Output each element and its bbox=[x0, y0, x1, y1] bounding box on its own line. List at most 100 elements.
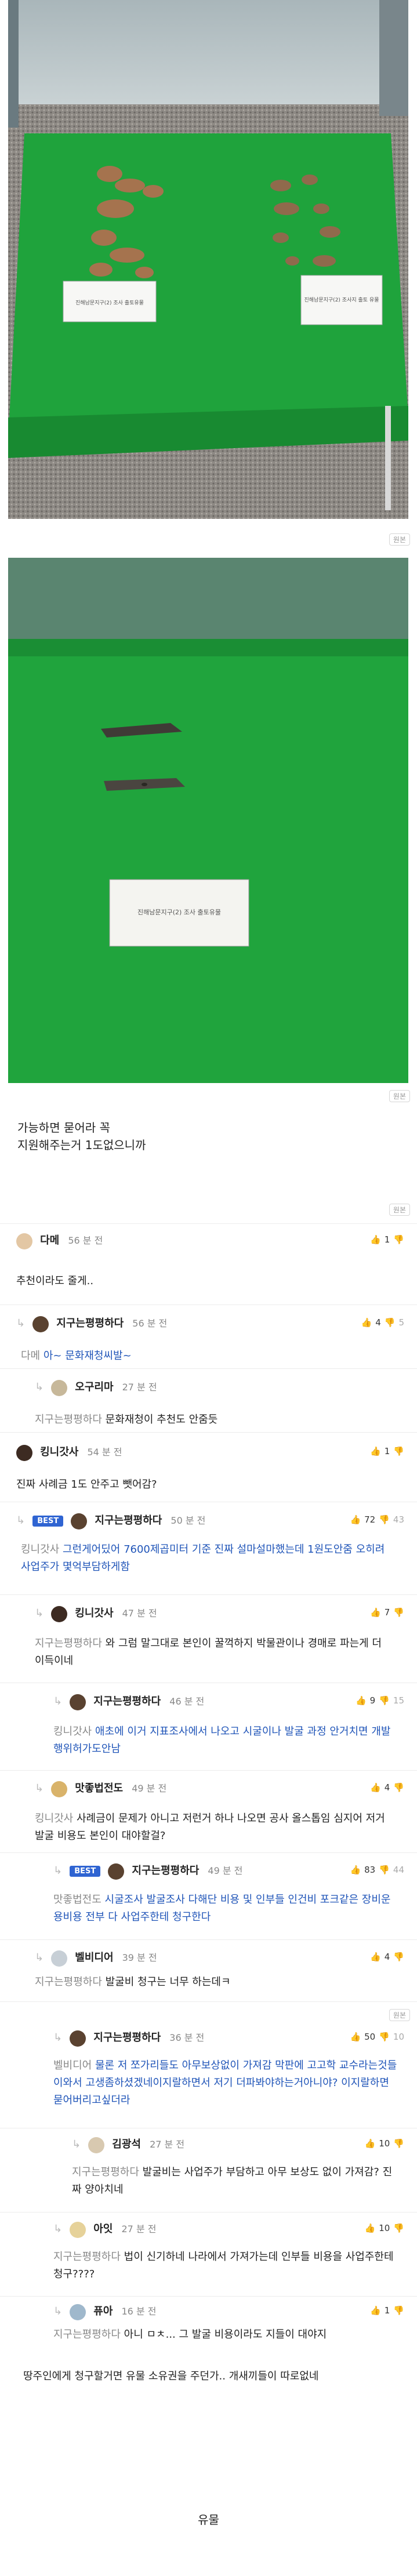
comment-text: 물론 저 쪼가리들도 아무보상없이 가져감 막판에 고고학 교수라는것들이와서 … bbox=[53, 2059, 397, 2106]
photo-2-image: 진해남문지구(2) 조사 출토유물 bbox=[8, 558, 408, 1083]
down-count: 44 bbox=[393, 1865, 404, 1875]
thumb-down-icon[interactable]: 👎 bbox=[393, 1782, 404, 1793]
comment-time: 50 분 전 bbox=[171, 1515, 206, 1526]
comment-text: 사례금이 문제가 아니고 저런거 하나 나오면 공사 올스톱임 심지어 저거 발… bbox=[35, 1812, 385, 1842]
comment-time: 47 분 전 bbox=[122, 1608, 157, 1619]
photo-sign-2: 진해남문지구(2) 조사지 출토 유물 bbox=[304, 297, 379, 303]
reply-target: 벨비디어 bbox=[53, 2059, 92, 2072]
thumb-up-icon[interactable]: 👍 bbox=[365, 2223, 376, 2233]
thumb-up-icon[interactable]: 👍 bbox=[350, 2032, 361, 2042]
footer-title: 유물 bbox=[198, 2513, 219, 2527]
divider bbox=[0, 1223, 417, 1224]
thumb-down-icon[interactable]: 👎 bbox=[385, 1317, 396, 1328]
avatar bbox=[51, 1950, 68, 1967]
reply-arrow-icon: ↳ bbox=[16, 1317, 26, 1329]
comment-time: 46 분 전 bbox=[169, 1696, 205, 1707]
divider bbox=[0, 1368, 417, 1369]
thumb-up-icon[interactable]: 👍 bbox=[370, 1782, 381, 1793]
artifact-photo-1: 진해남문지구(2) 조사 출토유물 진해남문지구(2) 조사지 출토 유물 bbox=[8, 0, 408, 519]
comment-text: 진짜 사례금 1도 안주고 뺏어감? bbox=[16, 1478, 157, 1491]
thumb-up-icon[interactable]: 👍 bbox=[356, 1695, 367, 1706]
thumb-up-icon[interactable]: 👍 bbox=[365, 2138, 376, 2149]
avatar bbox=[51, 1781, 68, 1797]
divider bbox=[0, 2296, 417, 2297]
avatar bbox=[70, 2221, 86, 2238]
avatar bbox=[32, 1316, 49, 1332]
up-count: 1 bbox=[384, 2305, 390, 2316]
comment-time: 36 분 전 bbox=[169, 2032, 205, 2043]
thumb-down-icon[interactable]: 👎 bbox=[393, 1234, 404, 1245]
reply-target: 킹니갓사 bbox=[35, 1812, 74, 1825]
thumb-down-icon[interactable]: 👎 bbox=[379, 2032, 390, 2042]
up-count: 1 bbox=[384, 1234, 390, 1245]
thumb-down-icon[interactable]: 👎 bbox=[393, 2305, 404, 2316]
thumb-up-icon[interactable]: 👍 bbox=[370, 1952, 381, 1962]
comment-nick[interactable]: 지구는평평하다 bbox=[93, 2032, 161, 2044]
comment-nick[interactable]: 벨비디어 bbox=[75, 1952, 113, 1964]
artifact-photo-2: 진해남문지구(2) 조사 출토유물 bbox=[8, 558, 408, 1083]
comment-time: 56 분 전 bbox=[68, 1235, 103, 1246]
down-count: 5 bbox=[398, 1317, 404, 1328]
comment-nick[interactable]: 맛좋법전도 bbox=[75, 1782, 123, 1794]
thumb-down-icon[interactable]: 👎 bbox=[393, 1952, 404, 1962]
thumb-up-icon[interactable]: 👍 bbox=[350, 1514, 361, 1525]
avatar bbox=[70, 1694, 86, 1710]
thumb-up-icon[interactable]: 👍 bbox=[370, 2305, 381, 2316]
reply-arrow-icon: ↳ bbox=[53, 2305, 63, 2317]
comment-nick[interactable]: 다메 bbox=[40, 1234, 59, 1247]
avatar bbox=[70, 2030, 86, 2047]
reply-target: 지구는평평하다 bbox=[72, 2166, 139, 2178]
comment-text: 애초에 이거 지표조사에서 나오고 시굴이나 발굴 과정 안거치면 개발행위허가… bbox=[53, 1725, 391, 1755]
comment-text: 추천이라도 줄게.. bbox=[16, 1275, 94, 1287]
comment-time: 39 분 전 bbox=[122, 1952, 157, 1963]
up-count: 72 bbox=[364, 1514, 376, 1525]
thumb-up-icon[interactable]: 👍 bbox=[350, 1865, 361, 1875]
thumb-down-icon[interactable]: 👎 bbox=[379, 1695, 390, 1706]
best-badge: BEST bbox=[32, 1516, 64, 1527]
reply-arrow-icon: ↳ bbox=[53, 1695, 63, 1707]
reply-arrow-icon: ↳ bbox=[72, 2138, 81, 2150]
comment-nick[interactable]: 김광석 bbox=[112, 2138, 141, 2150]
comment-nick[interactable]: 지구는평평하다 bbox=[95, 1514, 162, 1527]
thumb-down-icon[interactable]: 👎 bbox=[379, 1514, 390, 1525]
avatar bbox=[88, 2137, 105, 2153]
thumb-up-icon[interactable]: 👍 bbox=[361, 1317, 372, 1328]
thumb-up-icon[interactable]: 👍 bbox=[370, 1234, 381, 1245]
post-body: 가능하면 묻어라 꼭 지원해주는거 1도없으니까 bbox=[17, 1119, 146, 1154]
avatar bbox=[51, 1605, 68, 1622]
comment-nick[interactable]: 지구는평평하다 bbox=[56, 1317, 124, 1329]
reply-target: 지구는평평하다 bbox=[35, 1414, 102, 1426]
reply-arrow-icon: ↳ bbox=[53, 2223, 63, 2235]
thumb-down-icon[interactable]: 👎 bbox=[393, 1446, 404, 1456]
reply-arrow-icon: ↳ bbox=[53, 1865, 63, 1877]
comment-nick[interactable]: 퓨아 bbox=[93, 2305, 113, 2317]
reply-target: 다메 bbox=[21, 1350, 41, 1362]
comment-nick[interactable]: 아잇 bbox=[93, 2223, 113, 2235]
reply-arrow-icon: ↳ bbox=[35, 1607, 44, 1619]
thumb-up-icon[interactable]: 👍 bbox=[370, 1607, 381, 1618]
tail-text: 땅주인에게 청구할거면 유물 소유권을 주던가.. 개새끼들이 따로없네 bbox=[23, 2370, 319, 2382]
reply-target: 지구는평평하다 bbox=[53, 2328, 121, 2341]
divider bbox=[0, 1939, 417, 1940]
post-text-line-1: 가능하면 묻어라 꼭 bbox=[17, 1121, 110, 1135]
comment-nick[interactable]: 킹니갓사 bbox=[40, 1446, 78, 1458]
reply-target: 지구는평평하다 bbox=[35, 1976, 102, 1988]
up-count: 4 bbox=[384, 1782, 390, 1793]
down-count: 43 bbox=[393, 1514, 404, 1525]
comment-time: 27 분 전 bbox=[121, 2223, 157, 2235]
up-count: 50 bbox=[364, 2032, 376, 2042]
comment-nick[interactable]: 지구는평평하다 bbox=[132, 1865, 199, 1877]
thumb-down-icon[interactable]: 👎 bbox=[393, 2223, 404, 2233]
thumb-up-icon[interactable]: 👍 bbox=[370, 1446, 381, 1456]
comment-text: 아~ 문화재청씨발~ bbox=[43, 1350, 132, 1362]
thumb-down-icon[interactable]: 👎 bbox=[379, 1865, 390, 1875]
comment-text: 아니 ㅁㅊ... 그 발굴 비용이라도 지들이 대야지 bbox=[124, 2328, 327, 2341]
thumb-down-icon[interactable]: 👎 bbox=[393, 2138, 404, 2149]
thumb-down-icon[interactable]: 👎 bbox=[393, 1607, 404, 1618]
comment-time: 49 분 전 bbox=[132, 1783, 167, 1794]
up-count: 1 bbox=[384, 1446, 390, 1456]
comment-nick[interactable]: 오구리마 bbox=[75, 1381, 113, 1393]
comment-nick[interactable]: 지구는평평하다 bbox=[93, 1695, 161, 1707]
reply-arrow-icon: ↳ bbox=[16, 1514, 26, 1527]
comment-nick[interactable]: 킹니갓사 bbox=[75, 1607, 113, 1619]
